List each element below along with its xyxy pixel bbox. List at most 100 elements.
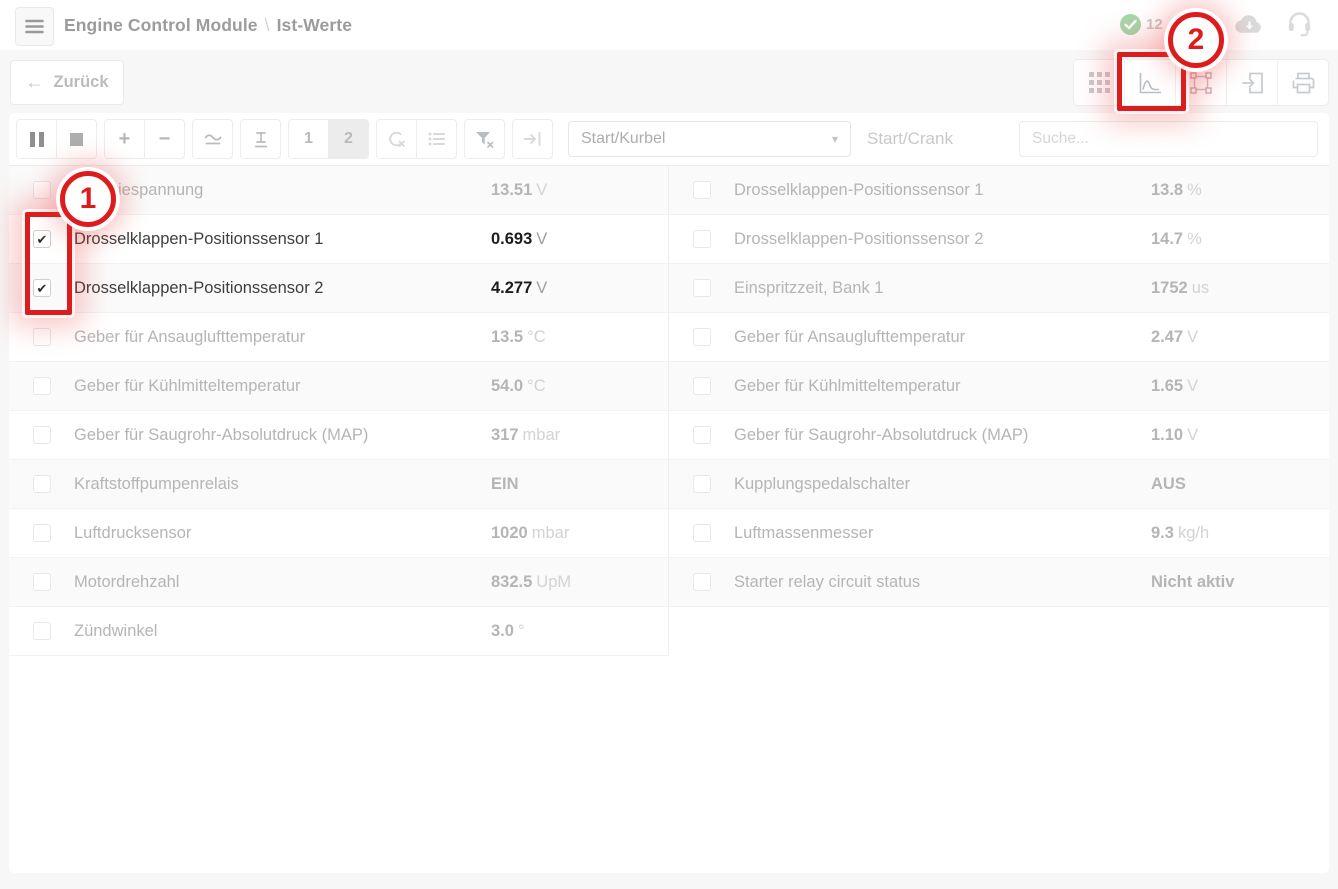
row-unit: V bbox=[1187, 328, 1198, 346]
row-value: 0.693 bbox=[491, 230, 532, 248]
table-row[interactable]: ✔Drosselklappen-Positionssensor 24.277V bbox=[9, 264, 668, 313]
row-unit: V bbox=[536, 230, 547, 248]
row-checkbox[interactable] bbox=[33, 181, 51, 199]
print-button[interactable] bbox=[1277, 60, 1328, 105]
row-checkbox[interactable] bbox=[693, 181, 711, 199]
row-label: Geber für Kühlmitteltemperatur bbox=[734, 377, 961, 396]
row-value: 54.0 bbox=[491, 377, 523, 395]
range-group bbox=[240, 119, 281, 159]
row-value: 13.51 bbox=[491, 181, 532, 199]
preset-dropdown[interactable]: Start/Kurbel ▾ bbox=[568, 121, 851, 157]
stop-button[interactable] bbox=[56, 119, 97, 159]
row-checkbox[interactable] bbox=[33, 622, 51, 640]
content-card: + − 1 2 bbox=[9, 113, 1329, 873]
annotation-circle-2: 2 bbox=[1168, 12, 1224, 68]
table-row[interactable]: Kraftstoffpumpenrelais EIN bbox=[9, 460, 668, 509]
row-value-cell: 4.277V bbox=[491, 279, 547, 298]
row-value: 317 bbox=[491, 426, 519, 444]
page-1-button[interactable]: 1 bbox=[288, 119, 329, 159]
table-row[interactable]: Geber für Kühlmitteltemperatur1.65V bbox=[669, 362, 1329, 411]
row-value: 832.5 bbox=[491, 573, 532, 591]
row-unit: V bbox=[1187, 426, 1198, 444]
row-unit: ° bbox=[518, 622, 525, 640]
table-row[interactable]: Luftdrucksensor1020mbar bbox=[9, 509, 668, 558]
grid-icon bbox=[1089, 72, 1110, 93]
row-value: 4.277 bbox=[491, 279, 532, 297]
row-checkbox[interactable] bbox=[693, 573, 711, 591]
filter-group bbox=[464, 119, 505, 159]
row-value: 1.10 bbox=[1151, 426, 1183, 444]
table-row[interactable]: Geber für Kühlmitteltemperatur54.0°C bbox=[9, 362, 668, 411]
row-checkbox[interactable] bbox=[33, 475, 51, 493]
preset-dropdown-value: Start/Kurbel bbox=[581, 130, 665, 148]
row-checkbox[interactable] bbox=[693, 230, 711, 248]
row-unit: mbar bbox=[523, 426, 561, 444]
table-row[interactable]: ✔Drosselklappen-Positionssensor 10.693V bbox=[9, 215, 668, 264]
add-button[interactable]: + bbox=[104, 119, 145, 159]
row-label: Drosselklappen-Positionssensor 2 bbox=[74, 279, 323, 298]
clear-values-button[interactable] bbox=[376, 119, 417, 159]
row-value-cell: 13.51V bbox=[491, 181, 547, 200]
clear-filter-button[interactable] bbox=[464, 119, 505, 159]
back-arrow-icon: ← bbox=[25, 72, 43, 93]
cloud-download-icon[interactable] bbox=[1235, 13, 1262, 36]
row-value: Nicht aktiv bbox=[1151, 573, 1234, 591]
row-checkbox[interactable] bbox=[693, 328, 711, 346]
skip-to-end-button[interactable] bbox=[512, 119, 553, 159]
row-value: AUS bbox=[1151, 475, 1186, 493]
row-unit: V bbox=[536, 181, 547, 199]
remove-button[interactable]: − bbox=[144, 119, 185, 159]
row-checkbox[interactable] bbox=[33, 524, 51, 542]
row-checkbox[interactable] bbox=[33, 328, 51, 346]
row-label: Geber für Saugrohr-Absolutdruck (MAP) bbox=[74, 426, 368, 445]
table-row[interactable]: Luftmassenmesser9.3kg/h bbox=[669, 509, 1329, 558]
export-button[interactable] bbox=[1226, 60, 1277, 105]
row-checkbox[interactable] bbox=[693, 524, 711, 542]
table-row[interactable]: Einspritzzeit, Bank 11752us bbox=[669, 264, 1329, 313]
table-row[interactable]: Geber für Saugrohr-Absolutdruck (MAP) 317… bbox=[9, 411, 668, 460]
min-max-button[interactable] bbox=[240, 119, 281, 159]
row-label: Luftmassenmesser bbox=[734, 524, 873, 543]
smoothing-button[interactable] bbox=[192, 119, 233, 159]
headset-icon[interactable] bbox=[1287, 10, 1312, 37]
row-checkbox[interactable] bbox=[693, 426, 711, 444]
chevron-down-icon: ▾ bbox=[832, 132, 838, 146]
row-checkbox[interactable] bbox=[33, 377, 51, 395]
row-checkbox[interactable] bbox=[693, 377, 711, 395]
table-row[interactable]: Starter relay circuit statusNicht aktiv bbox=[669, 558, 1329, 607]
clear-c-x-icon bbox=[387, 131, 406, 148]
row-checkbox[interactable] bbox=[693, 475, 711, 493]
row-checkbox[interactable] bbox=[33, 426, 51, 444]
list-button[interactable] bbox=[416, 119, 457, 159]
table-row[interactable]: Motordrehzahl832.5UpM bbox=[9, 558, 668, 607]
table-row[interactable]: Geber für Saugrohr-Absolutdruck (MAP)1.1… bbox=[669, 411, 1329, 460]
table-row[interactable]: Geber für Ansauglufttemperatur 2.47V bbox=[669, 313, 1329, 362]
row-label: Drosselklappen-Positionssensor 2 bbox=[734, 230, 983, 249]
page-section: Ist-Werte bbox=[277, 15, 352, 36]
row-value: EIN bbox=[491, 475, 519, 493]
search-input[interactable] bbox=[1019, 121, 1318, 157]
row-unit: kg/h bbox=[1178, 524, 1209, 542]
table-row[interactable]: KupplungspedalschalterAUS bbox=[669, 460, 1329, 509]
row-label: Geber für Ansauglufttemperatur bbox=[734, 328, 965, 347]
table-row[interactable]: Zündwinkel3.0° bbox=[9, 607, 668, 656]
row-label: Kraftstoffpumpenrelais bbox=[74, 475, 239, 494]
back-button[interactable]: ← Zurück bbox=[10, 60, 124, 105]
page-2-button[interactable]: 2 bbox=[328, 119, 369, 159]
annotation-rect-1 bbox=[25, 212, 72, 315]
row-value: 2.47 bbox=[1151, 328, 1183, 346]
row-unit: % bbox=[1187, 230, 1202, 248]
hamburger-menu-button[interactable] bbox=[15, 7, 54, 46]
table-row[interactable]: Drosselklappen-Positionssensor 2 14.7% bbox=[669, 215, 1329, 264]
row-value-cell: 3.0° bbox=[491, 622, 525, 641]
annotation-circle-1: 1 bbox=[60, 171, 116, 227]
row-checkbox[interactable] bbox=[693, 279, 711, 297]
skip-group bbox=[512, 119, 553, 159]
table-row[interactable]: Geber für Ansauglufttemperatur13.5°C bbox=[9, 313, 668, 362]
table-row[interactable]: Drosselklappen-Positionssensor 113.8% bbox=[669, 166, 1329, 215]
row-value-cell: 14.7% bbox=[1151, 230, 1202, 249]
pause-button[interactable] bbox=[16, 119, 57, 159]
marquee-select-icon bbox=[1190, 72, 1212, 94]
row-checkbox[interactable] bbox=[33, 573, 51, 591]
row-label: Drosselklappen-Positionssensor 1 bbox=[734, 181, 983, 200]
